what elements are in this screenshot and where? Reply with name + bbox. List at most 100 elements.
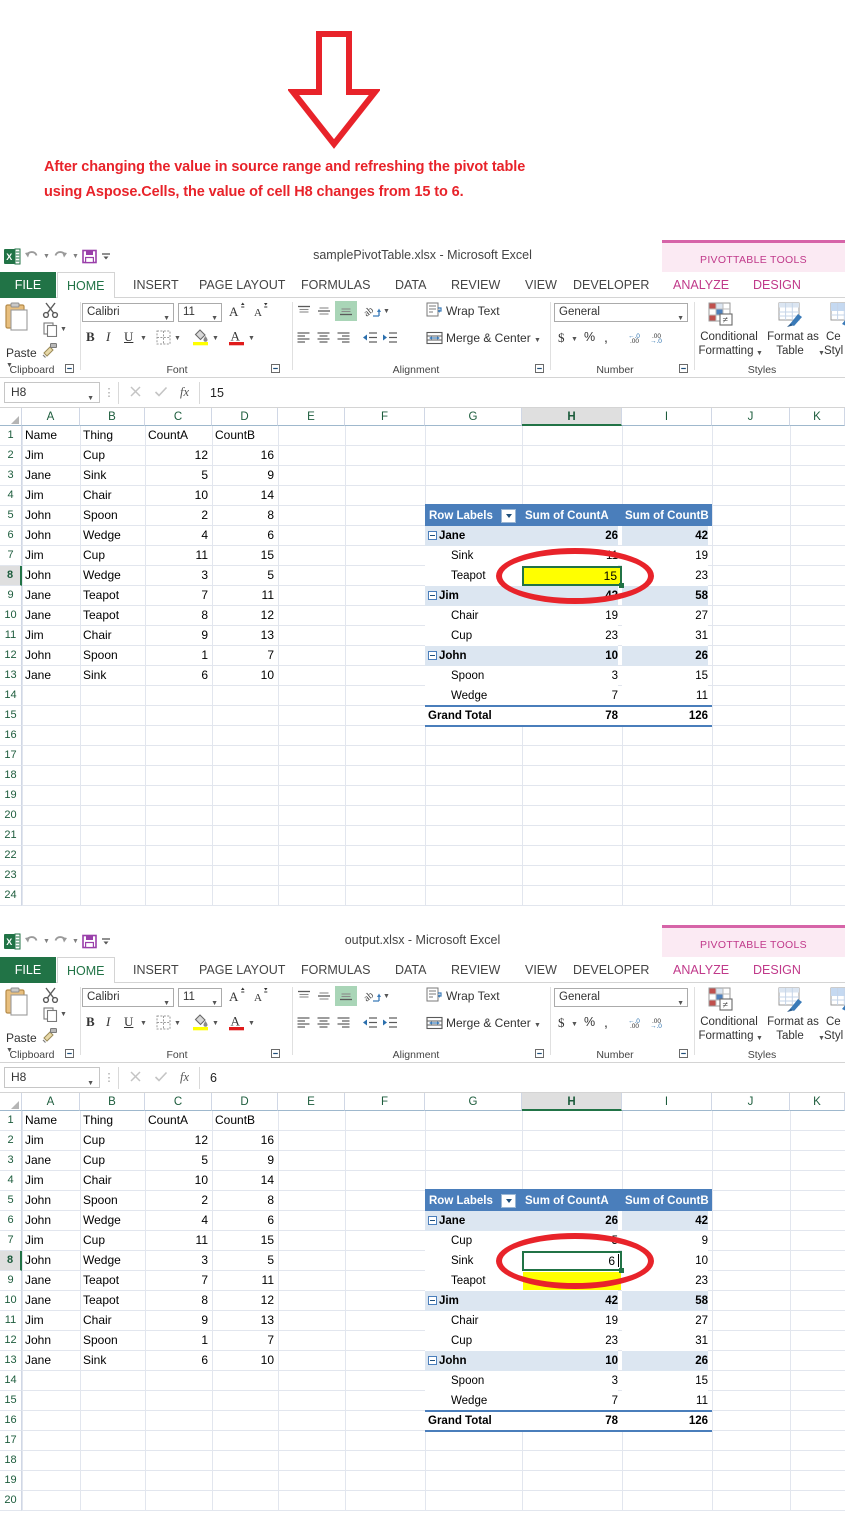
tab-insert[interactable]: INSERT [124, 272, 188, 298]
cell-D2[interactable]: 16 [215, 1131, 274, 1151]
tab-file[interactable]: FILE [0, 272, 56, 298]
cell-D8[interactable]: 5 [215, 1251, 274, 1271]
row-header-10[interactable]: 10 [0, 1291, 22, 1311]
comma-format-button[interactable]: , [604, 329, 608, 345]
pivot-value-countb[interactable]: 11 [622, 1391, 708, 1411]
cell-A7[interactable]: Jim [25, 546, 76, 566]
cell-C3[interactable]: 5 [148, 466, 208, 486]
number-format-combo[interactable]: General▼ [554, 988, 688, 1007]
row-header-4[interactable]: 4 [0, 1171, 22, 1191]
row-header-12[interactable]: 12 [0, 646, 22, 666]
cell-D5[interactable]: 8 [215, 506, 274, 526]
cell-A2[interactable]: Jim [25, 446, 76, 466]
column-header-C[interactable]: C [145, 408, 212, 426]
dropdown-caret[interactable]: ▼ [211, 310, 218, 327]
tab-review[interactable]: REVIEW [442, 272, 509, 298]
pivot-value-counta[interactable]: 19 [522, 606, 618, 626]
column-header-H[interactable]: H [522, 408, 622, 426]
conditional-formatting-label-2[interactable]: Formatting [696, 1030, 756, 1042]
cell-B4[interactable]: Chair [83, 1171, 141, 1191]
pivot-value-countb[interactable]: 26 [622, 1351, 708, 1371]
pivot-row-label[interactable]: Jane [425, 1211, 522, 1231]
tab-review[interactable]: REVIEW [442, 957, 509, 983]
tab-design[interactable]: DESIGN [744, 957, 810, 983]
decrease-decimal-icon[interactable]: .00→.0 [650, 330, 668, 349]
currency-caret[interactable]: ▼ [571, 336, 578, 343]
cell-C5[interactable]: 2 [148, 1191, 208, 1211]
align-center-icon[interactable] [316, 1016, 331, 1029]
font-name-combo[interactable]: Calibri▼ [82, 988, 174, 1007]
pivot-value-counta[interactable]: 3 [522, 666, 618, 686]
cell-D10[interactable]: 12 [215, 606, 274, 626]
font-color-caret[interactable]: ▼ [248, 1020, 255, 1027]
column-header-I[interactable]: I [622, 1093, 712, 1111]
currency-caret[interactable]: ▼ [571, 1021, 578, 1028]
cell-B10[interactable]: Teapot [83, 606, 141, 626]
shrink-font-icon[interactable]: A [252, 302, 269, 319]
paste-icon[interactable] [4, 302, 30, 337]
italic-button[interactable]: I [106, 329, 110, 345]
borders-caret[interactable]: ▼ [174, 335, 181, 342]
pivot-row-label[interactable]: Chair [425, 1311, 522, 1331]
cell-D2[interactable]: 16 [215, 446, 274, 466]
wrap-text-icon[interactable] [426, 302, 442, 317]
row-header-22[interactable]: 22 [0, 846, 22, 866]
row-header-2[interactable]: 2 [0, 1131, 22, 1151]
row-header-16[interactable]: 16 [0, 1411, 22, 1431]
dropdown-caret[interactable]: ▼ [211, 995, 218, 1012]
dropdown-caret[interactable]: ▼ [87, 389, 94, 408]
cell-A5[interactable]: John [25, 1191, 76, 1211]
conditional-formatting-label-1[interactable]: Conditional [696, 331, 762, 343]
cell-D12[interactable]: 7 [215, 646, 274, 666]
pivot-value-countb[interactable]: 126 [622, 706, 708, 726]
pivot-value-countb[interactable]: 31 [622, 1331, 708, 1351]
align-middle-icon[interactable] [316, 989, 332, 1003]
cell-styles-label-2[interactable]: Styl [824, 345, 843, 357]
orientation-caret[interactable]: ▼ [383, 993, 390, 1000]
cell-A1[interactable]: Name [25, 426, 76, 446]
cell-D11[interactable]: 13 [215, 626, 274, 646]
pivot-row-label[interactable]: Wedge [425, 686, 522, 706]
increase-indent-icon[interactable] [382, 1016, 398, 1029]
cell-B3[interactable]: Cup [83, 1151, 141, 1171]
row-header-13[interactable]: 13 [0, 666, 22, 686]
conditional-formatting-icon[interactable]: ≠ [708, 987, 734, 1018]
row-header-3[interactable]: 3 [0, 1151, 22, 1171]
cell-B9[interactable]: Teapot [83, 586, 141, 606]
column-header-A[interactable]: A [22, 408, 80, 426]
pivot-value-counta[interactable]: 19 [522, 1311, 618, 1331]
cell-C12[interactable]: 1 [148, 646, 208, 666]
row-header-21[interactable]: 21 [0, 826, 22, 846]
align-left-icon[interactable] [296, 331, 311, 344]
row-header-12[interactable]: 12 [0, 1331, 22, 1351]
cell-C11[interactable]: 9 [148, 1311, 208, 1331]
row-header-9[interactable]: 9 [0, 586, 22, 606]
row-header-5[interactable]: 5 [0, 1191, 22, 1211]
fill-color-icon[interactable] [192, 328, 209, 346]
cell-B12[interactable]: Spoon [83, 646, 141, 666]
tab-page-layout[interactable]: PAGE LAYOUT [190, 272, 294, 298]
merge-center-label[interactable]: Merge & Center [446, 331, 531, 345]
currency-format-button[interactable]: $ [558, 330, 565, 346]
column-header-K[interactable]: K [790, 408, 845, 426]
cell-D12[interactable]: 7 [215, 1331, 274, 1351]
font-dialog-launcher[interactable] [271, 1049, 280, 1060]
dropdown-caret[interactable]: ▼ [677, 995, 684, 1012]
pivot-value-counta[interactable]: 42 [522, 1291, 618, 1311]
row-header-4[interactable]: 4 [0, 486, 22, 506]
paste-icon[interactable] [4, 987, 30, 1022]
cell-A6[interactable]: John [25, 1211, 76, 1231]
cell-C13[interactable]: 6 [148, 666, 208, 686]
borders-icon[interactable] [156, 330, 171, 345]
cell-D3[interactable]: 9 [215, 466, 274, 486]
row-header-9[interactable]: 9 [0, 1271, 22, 1291]
paste-label[interactable]: Paste [6, 346, 37, 360]
cell-B11[interactable]: Chair [83, 1311, 141, 1331]
cell-D5[interactable]: 8 [215, 1191, 274, 1211]
row-header-8[interactable]: 8 [0, 566, 22, 586]
cell-C10[interactable]: 8 [148, 1291, 208, 1311]
cell-B1[interactable]: Thing [83, 1111, 141, 1131]
cell-A3[interactable]: Jane [25, 1151, 76, 1171]
cell-C4[interactable]: 10 [148, 486, 208, 506]
cell-D13[interactable]: 10 [215, 1351, 274, 1371]
